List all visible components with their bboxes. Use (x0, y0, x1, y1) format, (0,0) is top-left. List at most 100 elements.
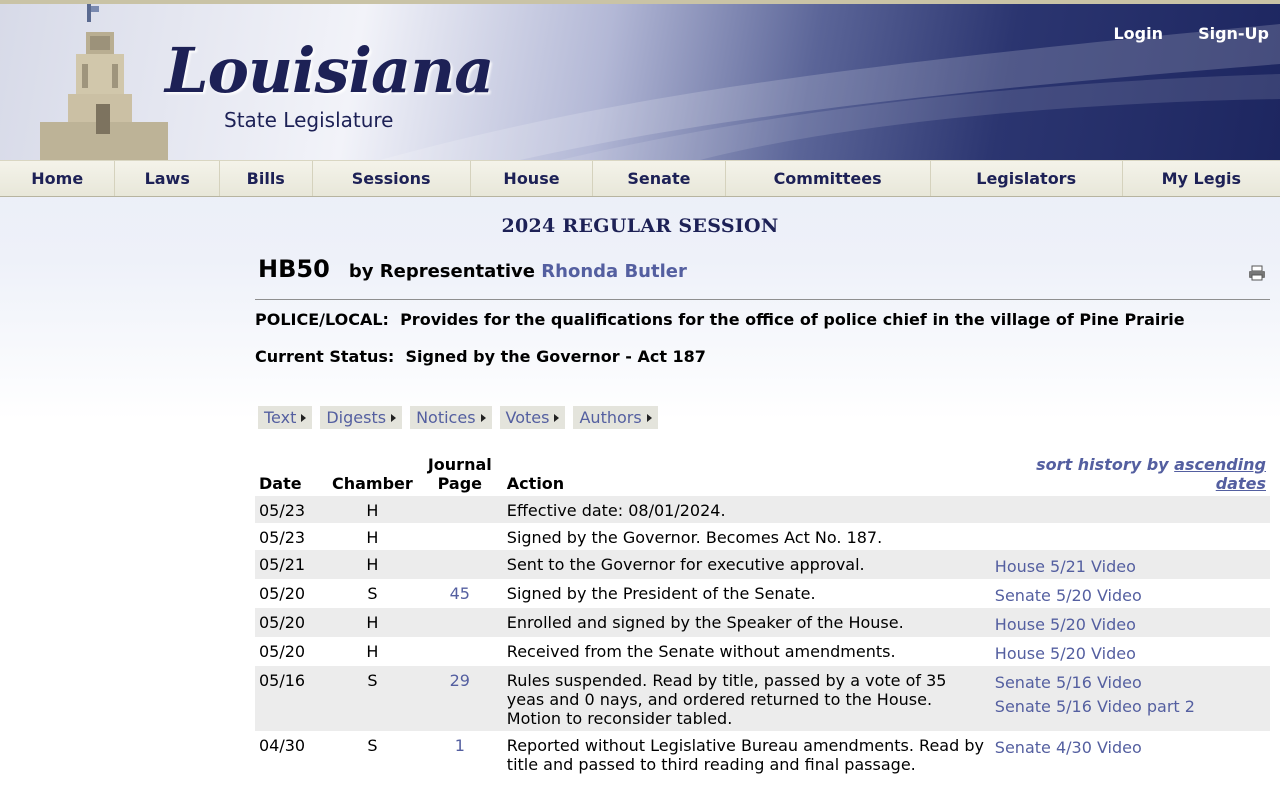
row-chamber: H (328, 608, 417, 637)
bill-title: POLICE/LOCAL: Provides for the qualifica… (255, 310, 1270, 329)
nav-legislators[interactable]: Legislators (931, 161, 1123, 196)
bill-title-label: POLICE/LOCAL: (255, 310, 389, 329)
row-journal-page (416, 550, 503, 579)
col-journal-line1: Journal (427, 455, 492, 474)
row-journal-page (417, 637, 503, 666)
logo-louisiana[interactable]: Louisiana (165, 34, 494, 107)
tab-notices-label: Notices (416, 408, 476, 427)
document-tabs: Text Digests Notices Votes Authors (258, 406, 1270, 429)
history-row: 04/30 S 1 Reported without Legislative B… (255, 731, 1270, 777)
row-chamber: S (328, 666, 417, 731)
row-chamber: H (328, 496, 417, 523)
bill-number: HB50 (258, 255, 330, 283)
row-journal-page (417, 523, 503, 550)
row-action: Rules suspended. Read by title, passed b… (502, 666, 991, 731)
col-journal-line2: Page (437, 474, 482, 493)
row-date: 05/20 (255, 608, 328, 637)
nav-bills[interactable]: Bills (220, 161, 313, 196)
bill-status-text: Signed by the Governor - Act 187 (405, 347, 706, 366)
triangle-right-icon (301, 413, 307, 422)
row-videos: Senate 5/16 Video Senate 5/16 Video part … (990, 666, 1270, 731)
history-row: 05/20 S 45 Signed by the President of th… (255, 579, 1270, 608)
journal-page-link[interactable]: 45 (450, 584, 470, 603)
capitol-building-icon (40, 4, 168, 160)
row-journal-page (416, 496, 503, 523)
bill-by: by Representative Rhonda Butler (349, 261, 687, 282)
sort-ascending-link[interactable]: ascending dates (1174, 455, 1266, 493)
history-row: 05/20 H Enrolled and signed by the Speak… (255, 608, 1270, 637)
col-chamber: Chamber (332, 474, 413, 493)
row-videos (991, 523, 1270, 550)
row-date: 05/16 (255, 666, 328, 731)
signup-link[interactable]: Sign-Up (1198, 24, 1269, 43)
row-date: 05/20 (259, 642, 306, 661)
row-videos (990, 496, 1270, 523)
video-link[interactable]: Senate 5/16 Video (995, 673, 1266, 692)
journal-page-link[interactable]: 29 (450, 671, 470, 690)
session-title: 2024 REGULAR SESSION (501, 215, 779, 237)
nav-committees[interactable]: Committees (726, 161, 931, 196)
tab-text-label: Text (264, 408, 297, 427)
logo-subtitle[interactable]: State Legislature (224, 108, 393, 132)
row-chamber: H (328, 550, 417, 579)
row-videos: House 5/20 Video (990, 608, 1270, 637)
row-action: Signed by the Governor. Becomes Act No. … (506, 528, 883, 547)
row-chamber: S (367, 584, 378, 603)
row-journal-page (416, 608, 503, 637)
row-videos: House 5/20 Video (991, 637, 1270, 666)
video-link[interactable]: Senate 5/20 Video (995, 586, 1266, 605)
nav-my-legis[interactable]: My Legis (1123, 161, 1280, 196)
row-action: Sent to the Governor for executive appro… (502, 550, 991, 579)
col-journal-page: Journal Page (417, 455, 503, 496)
printer-icon[interactable] (1248, 265, 1266, 281)
nav-laws[interactable]: Laws (115, 161, 220, 196)
tab-digests[interactable]: Digests (320, 406, 403, 429)
row-action: Received from the Senate without amendme… (506, 642, 896, 661)
history-table: Date Chamber Journal Page Action sort his… (255, 455, 1270, 777)
col-action: Action (506, 474, 565, 493)
sort-prefix: sort history by (1036, 455, 1169, 474)
login-link[interactable]: Login (1113, 24, 1163, 43)
bill-content: HB50 by Representative Rhonda Butler POL… (255, 255, 1270, 777)
row-action: Signed by the President of the Senate. (506, 584, 816, 603)
history-row: 05/23 H Effective date: 08/01/2024. (255, 496, 1270, 523)
row-chamber: S (367, 736, 378, 755)
sort-history: sort history by ascending dates (991, 455, 1270, 496)
video-link[interactable]: House 5/21 Video (995, 557, 1266, 576)
history-row: 05/21 H Sent to the Governor for executi… (255, 550, 1270, 579)
history-row: 05/16 S 29 Rules suspended. Read by titl… (255, 666, 1270, 731)
tab-votes-label: Votes (505, 408, 550, 427)
video-link[interactable]: Senate 4/30 Video (995, 738, 1266, 757)
row-chamber: H (366, 642, 379, 661)
nav-sessions[interactable]: Sessions (313, 161, 471, 196)
triangle-right-icon (646, 413, 652, 422)
bill-by-label: by Representative (348, 261, 536, 282)
bill-status-label: Current Status: (255, 347, 395, 366)
video-link[interactable]: House 5/20 Video (995, 644, 1266, 663)
history-header-row: Date Chamber Journal Page Action sort his… (255, 455, 1270, 496)
tab-authors[interactable]: Authors (573, 406, 658, 429)
row-videos: Senate 4/30 Video (991, 731, 1270, 777)
tab-text[interactable]: Text (258, 406, 313, 429)
triangle-right-icon (480, 413, 486, 422)
journal-page-link[interactable]: 1 (455, 736, 465, 755)
row-date: 05/23 (259, 528, 306, 547)
tab-notices[interactable]: Notices (410, 406, 492, 429)
bill-title-text: Provides for the qualifications for the … (400, 310, 1185, 329)
nav-home[interactable]: Home (0, 161, 116, 196)
nav-house[interactable]: House (471, 161, 594, 196)
tab-authors-label: Authors (579, 408, 642, 427)
video-link-part-2[interactable]: Senate 5/16 Video part 2 (995, 697, 1266, 716)
author-link[interactable]: Rhonda Butler (541, 261, 687, 282)
col-date: Date (259, 474, 302, 493)
account-links: Login Sign-Up (1083, 24, 1269, 43)
tab-votes[interactable]: Votes (499, 406, 566, 429)
site-banner: Louisiana State Legislature Login Sign-U… (0, 4, 1280, 160)
row-videos: House 5/21 Video (990, 550, 1270, 579)
nav-senate[interactable]: Senate (593, 161, 726, 196)
row-videos: Senate 5/20 Video (991, 579, 1270, 608)
row-date: 05/21 (255, 550, 328, 579)
row-journal-page: 1 (417, 731, 503, 777)
row-date: 04/30 (259, 736, 306, 755)
video-link[interactable]: House 5/20 Video (995, 615, 1266, 634)
